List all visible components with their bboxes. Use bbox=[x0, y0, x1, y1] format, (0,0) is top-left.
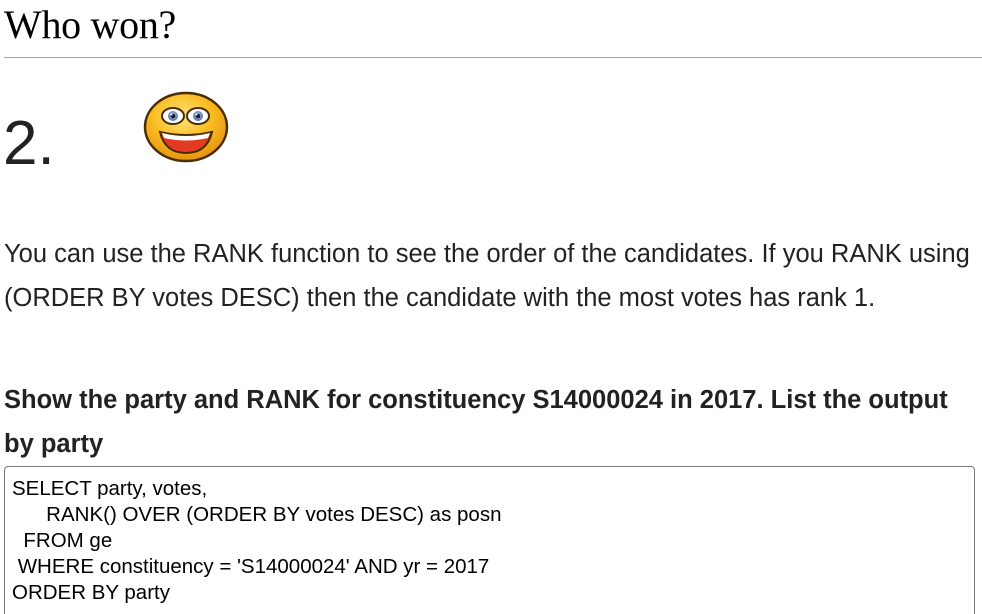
code-line: FROM ge bbox=[12, 529, 113, 552]
question-explanation: You can use the RANK function to see the… bbox=[4, 240, 970, 312]
question-task: Show the party and RANK for constituency… bbox=[4, 386, 948, 458]
grinning-smiley-icon bbox=[143, 90, 229, 164]
question-number: 2. bbox=[3, 109, 55, 178]
code-line: SELECT party, votes, bbox=[12, 477, 208, 500]
section-title: Who won? bbox=[4, 2, 176, 47]
code-line: ORDER BY party bbox=[12, 581, 170, 604]
code-line: WHERE constituency = 'S14000024' AND yr … bbox=[12, 555, 490, 578]
code-line: RANK() OVER (ORDER BY votes DESC) as pos… bbox=[12, 503, 502, 526]
page: Who won? 2. You can use the RANK functio… bbox=[0, 0, 982, 614]
sql-editor[interactable]: SELECT party, votes, RANK() OVER (ORDER … bbox=[4, 466, 975, 614]
section-heading: Who won? bbox=[4, 0, 982, 58]
